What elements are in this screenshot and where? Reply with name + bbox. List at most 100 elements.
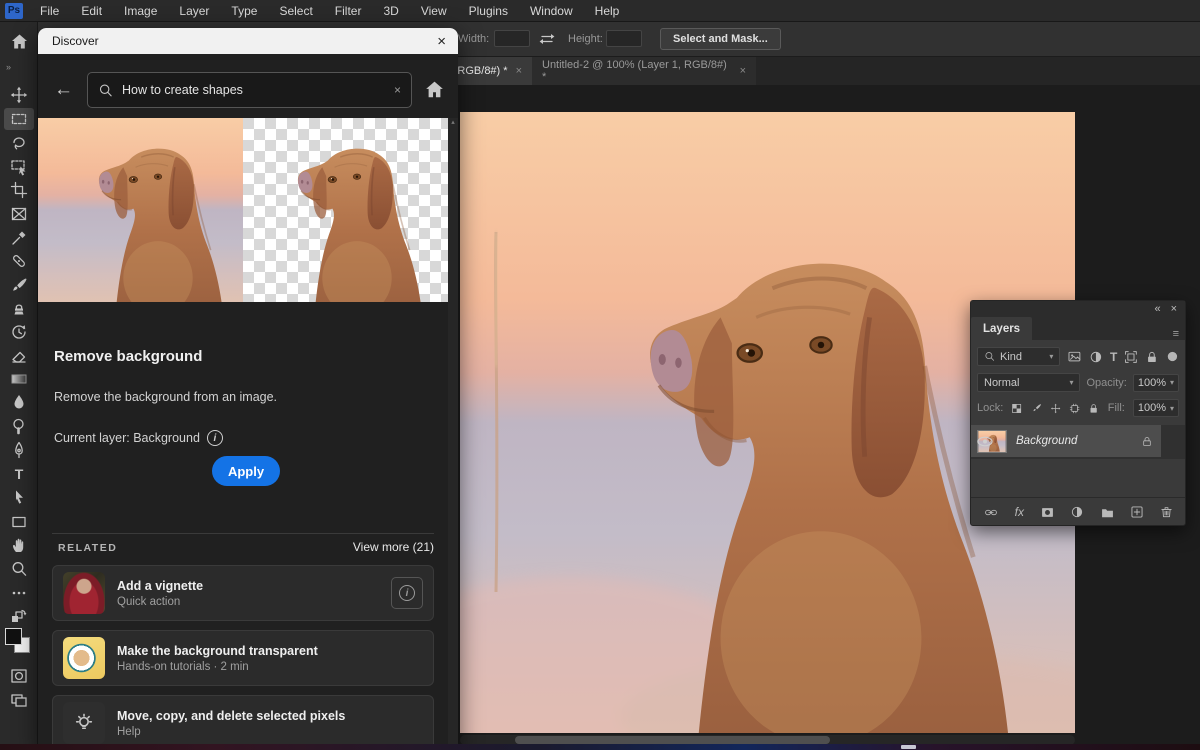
clone-stamp-tool[interactable] <box>4 298 34 320</box>
height-input[interactable] <box>606 30 642 47</box>
menu-help[interactable]: Help <box>584 0 631 22</box>
horizontal-scrollbar-thumb[interactable] <box>515 736 830 744</box>
healing-brush-tool[interactable] <box>4 250 34 272</box>
fill-value[interactable]: 100% ▾ <box>1133 399 1179 417</box>
brush-tool[interactable] <box>4 274 34 296</box>
collapse-panel-icon[interactable]: « <box>1154 303 1160 315</box>
current-layer-row: Current layer: Background i <box>54 430 223 446</box>
card-info-button[interactable]: i <box>391 577 423 609</box>
eyedropper-tool[interactable] <box>4 227 34 249</box>
layer-row-background[interactable]: Background <box>971 425 1161 457</box>
quick-mask-mode-button[interactable] <box>4 665 34 687</box>
related-card-vignette[interactable]: Add a vignette Quick action i <box>52 565 434 621</box>
tutorial-heading: Remove background <box>54 348 202 365</box>
foreground-color-swatch[interactable] <box>5 628 22 645</box>
dodge-tool[interactable] <box>4 415 34 437</box>
filter-adjustment-layers-icon[interactable] <box>1089 350 1103 364</box>
close-icon[interactable]: × <box>437 33 446 50</box>
hand-tool[interactable] <box>4 534 34 556</box>
discover-titlebar[interactable]: Discover × <box>38 28 458 54</box>
menu-select[interactable]: Select <box>268 0 323 22</box>
lock-image-pixels-icon[interactable] <box>1031 402 1042 415</box>
layer-name[interactable]: Background <box>1016 435 1077 447</box>
link-layers-icon[interactable] <box>983 506 999 519</box>
related-card-transparent-background[interactable]: Make the background transparent Hands-on… <box>52 630 434 686</box>
menu-filter[interactable]: Filter <box>324 0 373 22</box>
apply-button[interactable]: Apply <box>212 456 280 486</box>
layer-filter-toggle[interactable] <box>1166 350 1179 363</box>
home-screen-button[interactable] <box>7 30 31 54</box>
back-arrow-icon[interactable]: ← <box>54 79 73 101</box>
menu-type[interactable]: Type <box>220 0 268 22</box>
scroll-up-icon[interactable]: ▴ <box>451 118 455 750</box>
new-group-icon[interactable] <box>1100 506 1115 519</box>
object-selection-tool[interactable] <box>4 156 34 178</box>
close-tab-icon[interactable]: × <box>740 65 746 77</box>
new-layer-icon[interactable] <box>1130 505 1144 519</box>
document-tab-inactive[interactable]: Untitled-2 @ 100% (Layer 1, RGB/8#) * × <box>532 57 756 85</box>
frame-tool[interactable] <box>4 203 34 225</box>
rectangular-marquee-tool[interactable] <box>4 108 34 130</box>
new-adjustment-layer-icon[interactable] <box>1070 505 1084 519</box>
zoom-tool[interactable] <box>4 558 34 580</box>
width-input[interactable] <box>494 30 530 47</box>
kind-filter-dropdown[interactable]: Kind ▾ <box>977 347 1060 366</box>
menu-plugins[interactable]: Plugins <box>458 0 519 22</box>
layer-lock-icon[interactable] <box>1141 435 1153 448</box>
related-card-move-copy-delete[interactable]: Move, copy, and delete selected pixels H… <box>52 695 434 750</box>
lasso-tool[interactable] <box>4 132 34 154</box>
discover-search-input[interactable] <box>122 83 394 97</box>
swap-dimensions-icon[interactable] <box>538 30 556 48</box>
menu-edit[interactable]: Edit <box>70 0 113 22</box>
lock-transparent-pixels-icon[interactable] <box>1011 402 1022 415</box>
layer-effects-icon[interactable]: fx <box>1015 505 1024 519</box>
opacity-value[interactable]: 100% ▾ <box>1133 374 1179 392</box>
layers-tab[interactable]: Layers <box>971 317 1032 340</box>
discover-scrollbar[interactable]: ▴ <box>448 118 458 750</box>
menu-3d[interactable]: 3D <box>372 0 409 22</box>
panel-menu-icon[interactable]: ≡ <box>1173 328 1179 340</box>
gradient-tool[interactable] <box>4 368 34 390</box>
filter-pixel-layers-icon[interactable] <box>1067 350 1082 364</box>
menu-file[interactable]: File <box>29 0 70 22</box>
default-swap-colors-icon[interactable] <box>4 606 34 628</box>
move-tool[interactable] <box>4 84 34 106</box>
add-layer-mask-icon[interactable] <box>1040 506 1055 519</box>
filter-smart-objects-icon[interactable] <box>1145 350 1159 364</box>
menu-view[interactable]: View <box>410 0 458 22</box>
blur-tool[interactable] <box>4 391 34 413</box>
type-tool[interactable]: T <box>4 463 34 485</box>
clear-search-icon[interactable]: × <box>394 83 401 97</box>
crop-tool[interactable] <box>4 179 34 201</box>
eraser-tool[interactable] <box>4 345 34 367</box>
lock-all-icon[interactable] <box>1088 402 1099 415</box>
lock-position-icon[interactable] <box>1050 402 1061 415</box>
filter-type-layers-icon[interactable]: T <box>1110 350 1117 364</box>
menu-bar: Ps File Edit Image Layer Type Select Fil… <box>0 0 1200 22</box>
foreground-background-color-swatches[interactable] <box>5 628 33 656</box>
path-selection-tool[interactable] <box>4 487 34 509</box>
discover-search-box[interactable]: × <box>87 72 412 108</box>
menu-image[interactable]: Image <box>113 0 168 22</box>
rectangle-shape-tool[interactable] <box>4 511 34 533</box>
lock-artboard-icon[interactable] <box>1069 402 1080 415</box>
search-icon <box>98 83 113 98</box>
menu-layer[interactable]: Layer <box>168 0 220 22</box>
history-brush-tool[interactable] <box>4 321 34 343</box>
delete-layer-icon[interactable] <box>1160 505 1173 519</box>
discover-home-icon[interactable] <box>424 80 445 100</box>
blend-mode-dropdown[interactable]: Normal ▾ <box>977 373 1080 392</box>
filter-shape-layers-icon[interactable] <box>1124 350 1138 364</box>
screen-mode-button[interactable] <box>4 689 34 711</box>
close-panel-icon[interactable]: × <box>1171 303 1177 315</box>
close-tab-icon[interactable]: × <box>516 65 522 77</box>
toolbar-ellipsis[interactable] <box>4 582 34 604</box>
pen-tool[interactable] <box>4 439 34 461</box>
view-more-link[interactable]: View more (21) <box>353 540 434 554</box>
info-icon[interactable]: i <box>207 430 223 446</box>
select-and-mask-button[interactable]: Select and Mask... <box>660 28 781 50</box>
toolbar-collapse-chevrons[interactable]: » <box>6 62 10 72</box>
card-title: Add a vignette <box>117 579 203 593</box>
layer-visibility-eye-icon[interactable] <box>977 436 993 447</box>
menu-window[interactable]: Window <box>519 0 584 22</box>
